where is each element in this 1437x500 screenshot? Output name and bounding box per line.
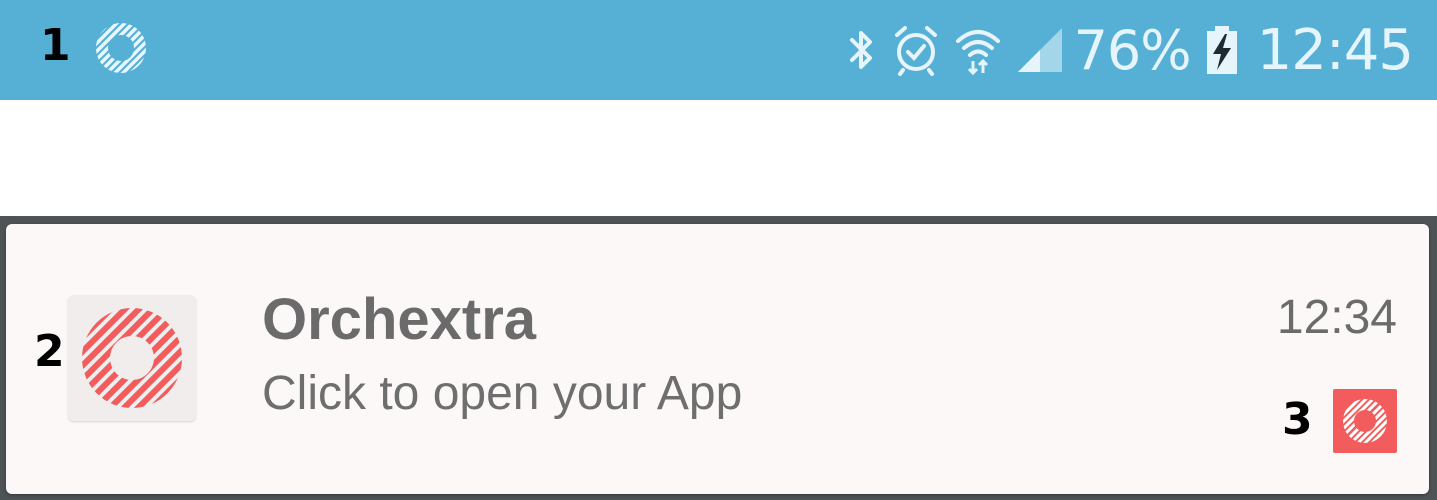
status-bar: 1 76% 12:45 xyxy=(0,0,1437,100)
notification-message: Click to open your App xyxy=(262,367,743,420)
callout-label-3: 3 xyxy=(1282,394,1313,445)
app-icon xyxy=(68,295,196,421)
wifi-icon xyxy=(954,25,1002,75)
orchextra-ring-icon xyxy=(84,11,156,83)
battery-percentage: 76% xyxy=(1073,18,1192,82)
status-icons: 76% 12:45 xyxy=(832,0,1414,100)
battery-charging-icon xyxy=(1205,24,1239,76)
callout-label-2: 2 xyxy=(34,326,65,377)
bluetooth-icon xyxy=(846,26,878,74)
notification-card[interactable] xyxy=(6,224,1429,494)
alarm-icon xyxy=(892,24,940,76)
callout-label-1: 1 xyxy=(40,20,71,71)
orchextra-ring-icon xyxy=(1339,395,1391,447)
notification-time: 12:34 xyxy=(1276,291,1397,344)
shade-gap xyxy=(0,100,1437,216)
notification-title: Orchextra xyxy=(262,287,537,352)
status-clock: 12:45 xyxy=(1256,17,1414,83)
signal-icon xyxy=(1016,26,1064,74)
orchextra-ring-icon xyxy=(78,304,186,412)
small-app-icon xyxy=(1333,389,1397,453)
